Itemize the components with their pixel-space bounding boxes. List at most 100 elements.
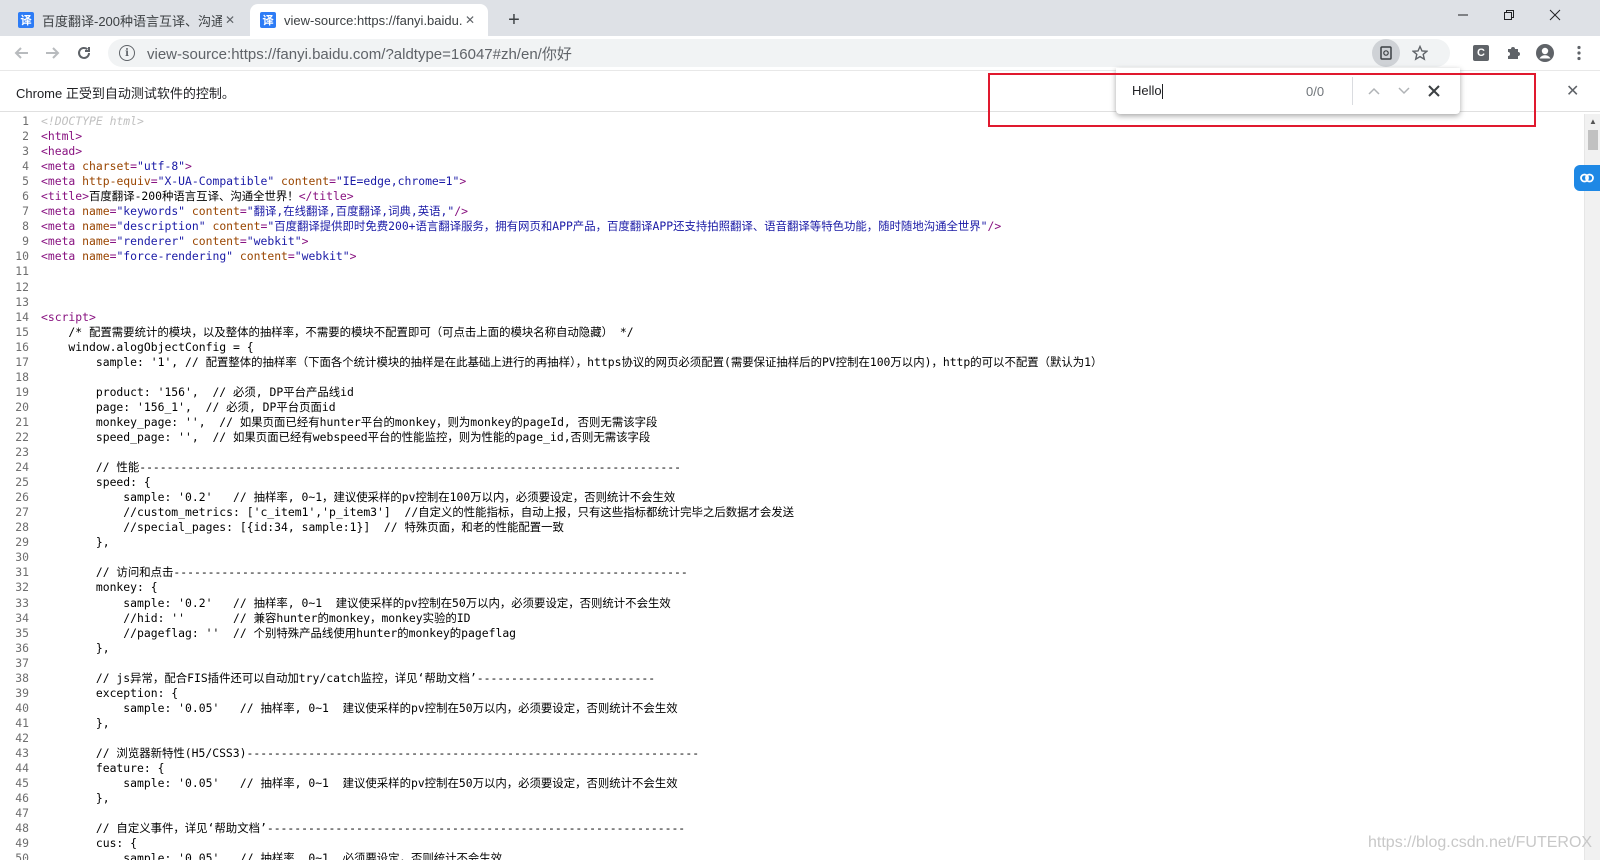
line-number[interactable]: 16	[0, 340, 34, 355]
bookmark-star-icon[interactable]	[1406, 39, 1434, 67]
line-number[interactable]: 34	[0, 611, 34, 626]
line-number[interactable]: 6	[0, 189, 34, 204]
line-number[interactable]: 12	[0, 280, 34, 295]
code-token: >	[301, 234, 309, 249]
find-in-page-icon[interactable]	[1372, 39, 1400, 67]
tab-baidu-fanyi[interactable]: 译 百度翻译-200种语言互译、沟通全世界！ ✕	[8, 4, 248, 36]
forward-arrow-icon[interactable]	[38, 39, 66, 67]
line-number[interactable]: 36	[0, 641, 34, 656]
line-code: <script>	[34, 310, 96, 325]
line-number[interactable]: 35	[0, 626, 34, 641]
line-number[interactable]: 29	[0, 535, 34, 550]
scroll-up-arrow-icon[interactable]: ▲	[1589, 117, 1597, 126]
line-number[interactable]: 41	[0, 716, 34, 731]
side-translate-widget-icon[interactable]	[1574, 165, 1600, 191]
line-number[interactable]: 13	[0, 295, 34, 310]
line-number[interactable]: 20	[0, 400, 34, 415]
line-code: //special_pages: [{id:34, sample:1}] // …	[34, 520, 564, 535]
line-number[interactable]: 5	[0, 174, 34, 189]
line-number[interactable]: 43	[0, 746, 34, 761]
line-number[interactable]: 39	[0, 686, 34, 701]
code-token: >	[185, 159, 192, 174]
profile-avatar-icon[interactable]	[1532, 40, 1558, 66]
close-window-icon[interactable]	[1532, 0, 1578, 30]
line-number[interactable]: 31	[0, 565, 34, 580]
minimize-icon[interactable]	[1440, 0, 1486, 30]
line-code: speed_page: '', // 如果页面已经有webspeed平台的性能监…	[34, 430, 650, 445]
source-line: 22 speed_page: '', // 如果页面已经有webspeed平台的…	[0, 430, 1584, 445]
line-number[interactable]: 33	[0, 596, 34, 611]
line-number[interactable]: 7	[0, 204, 34, 219]
source-line: 32 monkey: {	[0, 580, 1584, 595]
restore-icon[interactable]	[1486, 0, 1532, 30]
line-number[interactable]: 40	[0, 701, 34, 716]
code-token: "keywords"	[116, 204, 186, 219]
line-number[interactable]: 50	[0, 851, 34, 860]
line-number[interactable]: 49	[0, 836, 34, 851]
reload-icon[interactable]	[70, 39, 98, 67]
back-arrow-icon[interactable]	[8, 39, 36, 67]
source-line: 11	[0, 264, 1584, 279]
more-menu-icon[interactable]	[1566, 40, 1592, 66]
code-token: page: '156_1', // 必须, DP平台页面id	[41, 399, 336, 414]
code-token: feature: {	[41, 761, 165, 776]
close-tab-icon[interactable]: ✕	[462, 13, 478, 27]
line-number[interactable]: 32	[0, 580, 34, 595]
line-number[interactable]: 15	[0, 325, 34, 340]
close-tab-icon[interactable]: ✕	[222, 13, 238, 27]
line-number[interactable]: 11	[0, 264, 34, 279]
extension-c-icon[interactable]: C	[1468, 40, 1494, 66]
line-code: // 自定义事件，详见‘帮助文档’-----------------------…	[34, 821, 685, 836]
line-number[interactable]: 47	[0, 806, 34, 821]
code-token: speed: {	[41, 475, 151, 490]
line-number[interactable]: 46	[0, 791, 34, 806]
line-number[interactable]: 23	[0, 445, 34, 460]
line-number[interactable]: 17	[0, 355, 34, 370]
line-number[interactable]: 38	[0, 671, 34, 686]
code-token: "webkit"	[294, 249, 350, 264]
source-line: 8 <meta name="description" content="百度翻译提…	[0, 219, 1584, 234]
code-token: <meta	[41, 219, 83, 234]
line-number[interactable]: 2	[0, 129, 34, 144]
line-number[interactable]: 14	[0, 310, 34, 325]
extensions-puzzle-icon[interactable]	[1500, 40, 1526, 66]
line-number[interactable]: 4	[0, 159, 34, 174]
line-number[interactable]: 28	[0, 520, 34, 535]
line-number[interactable]: 22	[0, 430, 34, 445]
line-number[interactable]: 30	[0, 550, 34, 565]
line-number[interactable]: 19	[0, 385, 34, 400]
code-token: name	[82, 204, 110, 219]
baidu-fanyi-favicon-icon: 译	[18, 12, 34, 28]
line-number[interactable]: 27	[0, 505, 34, 520]
source-code-view[interactable]: 1 <!DOCTYPE html> 2 <html> 3 <head> 4 <meta cha…	[0, 114, 1584, 860]
new-tab-plus-icon[interactable]: +	[500, 6, 528, 34]
address-bar[interactable]: i view-source:https://fanyi.baidu.com/?a…	[108, 39, 1450, 67]
line-number[interactable]: 42	[0, 731, 34, 746]
tab-title: 百度翻译-200种语言互译、沟通全世界！	[42, 13, 222, 29]
line-number[interactable]: 10	[0, 249, 34, 264]
line-number[interactable]: 48	[0, 821, 34, 836]
line-number[interactable]: 8	[0, 219, 34, 234]
line-number[interactable]: 21	[0, 415, 34, 430]
line-number[interactable]: 18	[0, 370, 34, 385]
line-number[interactable]: 24	[0, 460, 34, 475]
vertical-scrollbar[interactable]: ▲	[1584, 114, 1600, 860]
line-number[interactable]: 37	[0, 656, 34, 671]
tab-view-source[interactable]: 译 view-source:https://fanyi.baidu.com/ ✕	[250, 4, 488, 36]
code-token: sample: '0.2' // 抽样率, 0~1 建议使采样的pv控制在50万…	[41, 595, 671, 610]
line-number[interactable]: 1	[0, 114, 34, 129]
line-number[interactable]: 25	[0, 475, 34, 490]
line-number[interactable]: 45	[0, 776, 34, 791]
tab-strip: 译 百度翻译-200种语言互译、沟通全世界！ ✕ 译 view-source:h…	[0, 0, 1600, 36]
close-infobar-icon[interactable]: ✕	[1566, 81, 1579, 101]
line-number[interactable]: 44	[0, 761, 34, 776]
line-code: monkey_page: '', // 如果页面已经有hunter平台的monk…	[34, 415, 658, 430]
line-number[interactable]: 3	[0, 144, 34, 159]
source-line: 5 <meta http-equiv="X-UA-Compatible" cont…	[0, 174, 1584, 189]
line-number[interactable]: 9	[0, 234, 34, 249]
line-number[interactable]: 26	[0, 490, 34, 505]
site-info-icon[interactable]: i	[119, 45, 135, 61]
scrollbar-thumb[interactable]	[1588, 130, 1598, 150]
code-token: },	[41, 535, 110, 550]
